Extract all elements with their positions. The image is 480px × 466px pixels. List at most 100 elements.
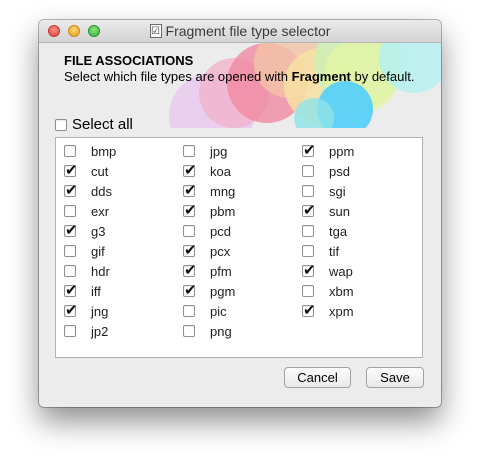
file-type-checkbox[interactable]: [302, 301, 316, 319]
file-type-item-jp2[interactable]: jp2: [56, 321, 116, 341]
file-type-checkbox[interactable]: [64, 325, 76, 337]
file-type-checkbox[interactable]: [64, 205, 76, 217]
file-type-checkbox[interactable]: [302, 225, 314, 237]
file-type-label: bmp: [91, 143, 117, 159]
file-type-label: png: [210, 323, 232, 339]
file-type-checkbox[interactable]: [302, 185, 314, 197]
cancel-button[interactable]: Cancel: [284, 367, 351, 388]
file-type-checkbox[interactable]: [183, 181, 197, 199]
file-type-item-png[interactable]: png: [175, 321, 235, 341]
file-type-column: ppm psd sgi sun tga tif wap xbm xpm: [294, 141, 354, 321]
file-type-list[interactable]: bmp cut dds exr g3 gif hdr iff jng jp2 jpg koa mng pb…: [55, 137, 423, 358]
header-title: FILE ASSOCIATIONS: [64, 53, 194, 68]
file-type-label: exr: [91, 203, 110, 219]
file-type-label: xpm: [329, 303, 354, 319]
file-type-item-gif[interactable]: gif: [56, 241, 116, 261]
file-type-item-pbm[interactable]: pbm: [175, 201, 235, 221]
file-type-checkbox[interactable]: [183, 145, 195, 157]
select-all-checkbox[interactable]: Select all: [55, 116, 133, 133]
file-type-label: pbm: [210, 203, 236, 219]
file-type-checkbox[interactable]: [183, 201, 197, 219]
description-suffix: by default.: [350, 69, 415, 84]
file-type-checkbox[interactable]: [64, 245, 76, 257]
file-type-label: jng: [91, 303, 109, 319]
file-type-item-dds[interactable]: dds: [56, 181, 116, 201]
file-type-selector-window: ☑ Fragment file type selector FILE ASSOC…: [39, 20, 441, 407]
file-type-item-pfm[interactable]: pfm: [175, 261, 235, 281]
file-type-item-xbm[interactable]: xbm: [294, 281, 354, 301]
window-title: Fragment file type selector: [165, 23, 331, 39]
file-type-label: cut: [91, 163, 109, 179]
file-type-label: pfm: [210, 263, 232, 279]
file-type-item-sgi[interactable]: sgi: [294, 181, 354, 201]
file-type-label: tga: [329, 223, 348, 239]
file-type-item-pic[interactable]: pic: [175, 301, 235, 321]
select-all-label: Select all: [72, 116, 133, 133]
app-name: Fragment: [291, 69, 351, 84]
file-type-checkbox[interactable]: [64, 161, 78, 179]
file-type-item-sun[interactable]: sun: [294, 201, 354, 221]
file-type-checkbox[interactable]: [183, 225, 195, 237]
file-type-label: pic: [210, 303, 227, 319]
file-type-label: psd: [329, 163, 350, 179]
file-type-checkbox[interactable]: [302, 285, 314, 297]
file-type-label: sun: [329, 203, 350, 219]
file-type-checkbox[interactable]: [64, 301, 78, 319]
file-type-checkbox[interactable]: [302, 201, 316, 219]
file-type-item-bmp[interactable]: bmp: [56, 141, 116, 161]
file-type-item-jng[interactable]: jng: [56, 301, 116, 321]
file-type-label: jpg: [210, 143, 228, 159]
file-type-item-wap[interactable]: wap: [294, 261, 354, 281]
file-type-item-g3[interactable]: g3: [56, 221, 116, 241]
file-type-checkbox[interactable]: [302, 165, 314, 177]
title-bar: ☑ Fragment file type selector: [39, 20, 441, 43]
file-type-label: koa: [210, 163, 231, 179]
file-type-checkbox[interactable]: [183, 241, 197, 259]
file-type-label: g3: [91, 223, 106, 239]
description-prefix: Select which file types are opened with: [64, 69, 292, 84]
file-type-label: mng: [210, 183, 236, 199]
file-type-label: gif: [91, 243, 105, 259]
select-all-box[interactable]: [55, 118, 67, 131]
file-type-item-tga[interactable]: tga: [294, 221, 354, 241]
file-type-label: pcd: [210, 223, 231, 239]
file-type-item-tif[interactable]: tif: [294, 241, 354, 261]
file-type-column: jpg koa mng pbm pcd pcx pfm pgm pic png: [175, 141, 235, 341]
document-icon: ☑: [149, 24, 162, 38]
file-type-label: iff: [91, 283, 101, 299]
file-type-label: hdr: [91, 263, 110, 279]
file-type-checkbox[interactable]: [302, 245, 314, 257]
file-type-item-xpm[interactable]: xpm: [294, 301, 354, 321]
file-type-item-koa[interactable]: koa: [175, 161, 235, 181]
file-type-checkbox[interactable]: [183, 281, 197, 299]
file-type-label: jp2: [91, 323, 109, 339]
file-type-item-pcx[interactable]: pcx: [175, 241, 235, 261]
file-type-item-pcd[interactable]: pcd: [175, 221, 235, 241]
file-type-checkbox[interactable]: [183, 161, 197, 179]
file-type-checkbox[interactable]: [302, 261, 316, 279]
file-type-label: pcx: [210, 243, 231, 259]
file-type-item-exr[interactable]: exr: [56, 201, 116, 221]
file-type-checkbox[interactable]: [183, 261, 197, 279]
file-type-checkbox[interactable]: [183, 305, 195, 317]
file-type-item-hdr[interactable]: hdr: [56, 261, 116, 281]
file-type-checkbox[interactable]: [183, 325, 195, 337]
file-type-checkbox[interactable]: [64, 181, 78, 199]
header-description: Select which file types are opened with …: [64, 69, 434, 85]
file-type-item-pgm[interactable]: pgm: [175, 281, 235, 301]
save-button[interactable]: Save: [366, 367, 424, 388]
file-type-item-mng[interactable]: mng: [175, 181, 235, 201]
file-type-item-cut[interactable]: cut: [56, 161, 116, 181]
file-type-checkbox[interactable]: [64, 145, 76, 157]
file-type-checkbox[interactable]: [64, 265, 76, 277]
file-type-item-iff[interactable]: iff: [56, 281, 116, 301]
file-type-label: sgi: [329, 183, 346, 199]
file-type-checkbox[interactable]: [64, 281, 78, 299]
file-type-checkbox[interactable]: [64, 221, 78, 239]
file-type-checkbox[interactable]: [302, 141, 316, 159]
file-type-item-jpg[interactable]: jpg: [175, 141, 235, 161]
file-type-label: xbm: [329, 283, 354, 299]
file-type-label: tif: [329, 243, 340, 259]
file-type-item-psd[interactable]: psd: [294, 161, 354, 181]
file-type-item-ppm[interactable]: ppm: [294, 141, 354, 161]
